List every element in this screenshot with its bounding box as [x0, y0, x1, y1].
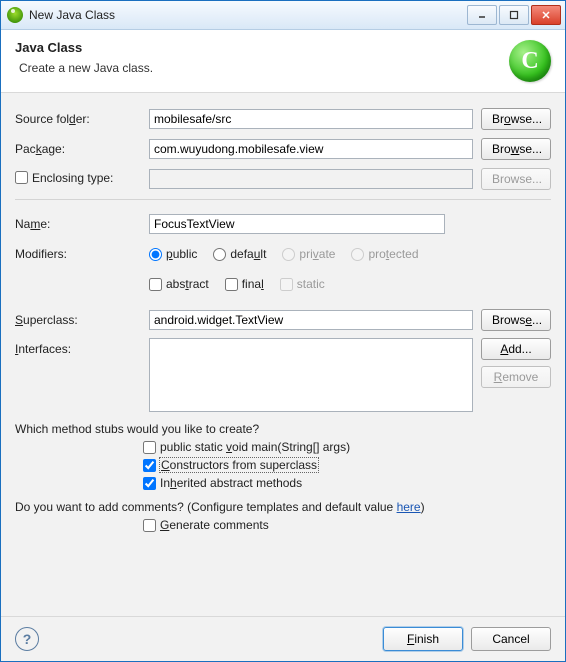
remove-interface-button: Remove	[481, 366, 551, 388]
inherited-checkbox[interactable]	[143, 477, 156, 490]
help-button[interactable]: ?	[15, 627, 39, 651]
browse-source-button[interactable]: Browse...	[481, 108, 551, 130]
cancel-button[interactable]: Cancel	[471, 627, 551, 651]
generate-comments-label: Generate comments	[160, 518, 269, 532]
form-content: Source folder: Browse... Package: Browse…	[1, 93, 565, 616]
separator	[15, 199, 551, 200]
main-method-label: public static void main(String[] args)	[160, 440, 350, 454]
name-field[interactable]	[149, 214, 445, 234]
generate-comments-checkbox[interactable]	[143, 519, 156, 532]
abstract-checkbox[interactable]	[149, 278, 162, 291]
source-folder-field[interactable]	[149, 109, 473, 129]
add-interface-button[interactable]: Add...	[481, 338, 551, 360]
browse-enclosing-button: Browse...	[481, 168, 551, 190]
wizard-banner: Java Class Create a new Java class. C	[1, 30, 565, 93]
interfaces-list[interactable]	[149, 338, 473, 412]
enclosing-type-label: Enclosing type:	[15, 171, 149, 188]
window-buttons	[467, 5, 561, 25]
window-title: New Java Class	[29, 8, 467, 22]
eclipse-icon	[7, 7, 23, 23]
finish-button[interactable]: Finish	[383, 627, 463, 651]
browse-package-button[interactable]: Browse...	[481, 138, 551, 160]
source-folder-label: Source folder:	[15, 112, 149, 126]
enclosing-type-checkbox[interactable]	[15, 171, 28, 184]
protected-radio	[351, 248, 364, 261]
comments-question: Do you want to add comments? (Configure …	[15, 500, 551, 514]
inherited-label: Inherited abstract methods	[160, 476, 302, 490]
configure-templates-link[interactable]: here	[397, 500, 421, 514]
new-java-class-dialog: New Java Class Java Class Create a new J…	[0, 0, 566, 662]
minimize-button[interactable]	[467, 5, 497, 25]
package-label: Package:	[15, 142, 149, 156]
modifiers-label: Modifiers:	[15, 247, 149, 261]
banner-subtitle: Create a new Java class.	[19, 61, 509, 75]
close-button[interactable]	[531, 5, 561, 25]
banner-title: Java Class	[15, 40, 509, 55]
static-checkbox	[280, 278, 293, 291]
class-icon: C	[509, 40, 551, 82]
enclosing-type-field	[149, 169, 473, 189]
flag-modifiers: abstract final static	[149, 277, 341, 291]
private-radio	[282, 248, 295, 261]
main-method-checkbox[interactable]	[143, 441, 156, 454]
constructors-label: Constructors from superclass	[160, 458, 318, 472]
name-label: Name:	[15, 217, 149, 231]
dialog-footer: ? Finish Cancel	[1, 616, 565, 661]
titlebar: New Java Class	[1, 1, 565, 30]
constructors-checkbox[interactable]	[143, 459, 156, 472]
superclass-field[interactable]	[149, 310, 473, 330]
stubs-question: Which method stubs would you like to cre…	[15, 422, 551, 436]
final-checkbox[interactable]	[225, 278, 238, 291]
superclass-label: Superclass:	[15, 313, 149, 327]
public-radio[interactable]	[149, 248, 162, 261]
package-field[interactable]	[149, 139, 473, 159]
default-radio[interactable]	[213, 248, 226, 261]
browse-superclass-button[interactable]: Browse...	[481, 309, 551, 331]
access-modifiers: public default private protected	[149, 247, 435, 261]
interfaces-label: Interfaces:	[15, 338, 149, 356]
maximize-button[interactable]	[499, 5, 529, 25]
